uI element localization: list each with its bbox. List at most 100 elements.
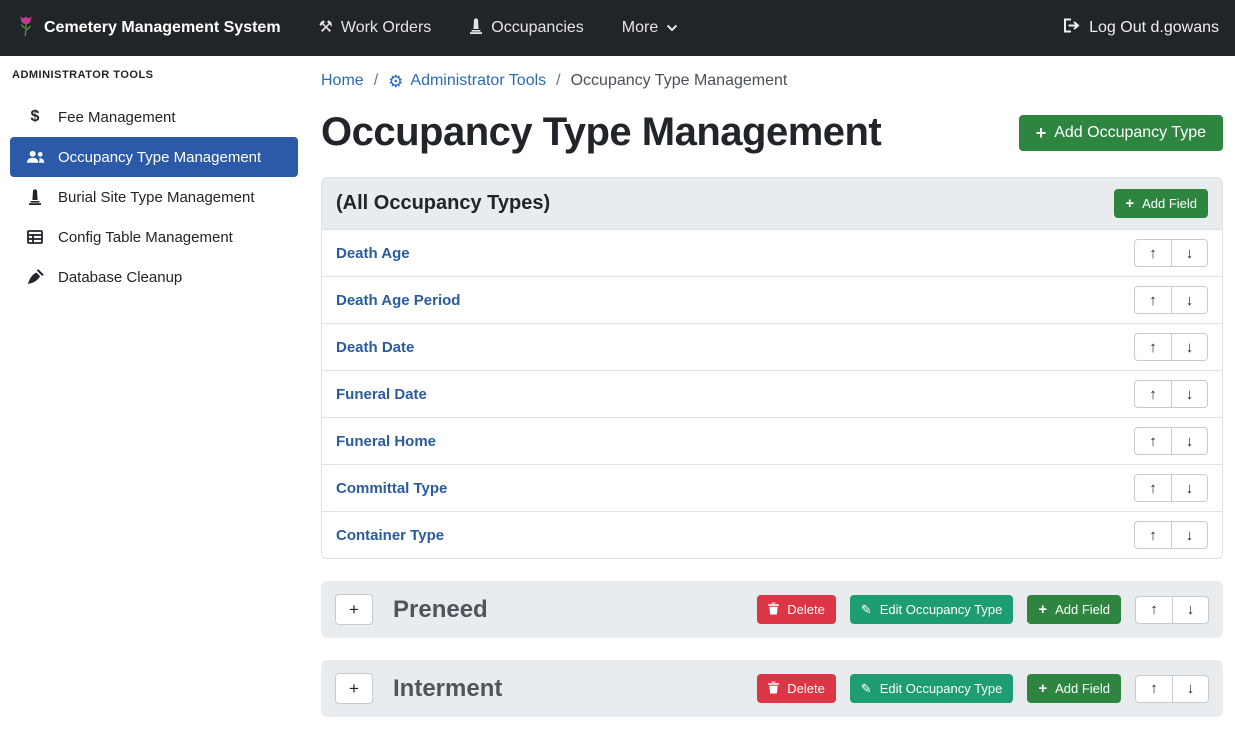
sidebar-item-label: Fee Management — [58, 109, 176, 126]
field-row: Funeral Home ↑ ↓ — [322, 418, 1222, 465]
monument-icon — [469, 18, 483, 39]
sidebar-item-config-table-management[interactable]: Config Table Management — [10, 217, 298, 257]
nav-work-orders-label: Work Orders — [341, 19, 431, 37]
logout-icon — [1063, 18, 1081, 38]
delete-button[interactable]: Delete — [757, 674, 836, 703]
up-arrow-icon: ↑ — [1150, 601, 1158, 618]
breadcrumb-current: Occupancy Type Management — [571, 72, 788, 90]
sidebar-item-occupancy-type-management[interactable]: Occupancy Type Management — [10, 137, 298, 177]
field-link[interactable]: Death Date — [336, 339, 414, 356]
users-icon — [24, 150, 46, 164]
reorder-buttons: ↑ ↓ — [1135, 675, 1209, 703]
sidebar-item-database-cleanup[interactable]: Database Cleanup — [10, 257, 298, 297]
breadcrumb-admin-tools-label: Administrator Tools — [410, 72, 546, 90]
chevron-down-icon — [666, 19, 678, 37]
logout-button[interactable]: Log Out d.gowans — [1063, 18, 1219, 38]
add-field-button[interactable]: + Add Field — [1027, 595, 1121, 624]
expand-section-button[interactable]: + — [335, 594, 373, 625]
app-brand[interactable]: Cemetery Management System — [16, 13, 281, 44]
breadcrumb-home-link[interactable]: Home — [321, 72, 364, 90]
dollar-icon: $ — [24, 108, 46, 126]
sidebar-item-burial-site-type-management[interactable]: Burial Site Type Management — [10, 177, 298, 217]
reorder-buttons: ↑ ↓ — [1134, 427, 1208, 455]
sidebar-item-fee-management[interactable]: $ Fee Management — [10, 97, 298, 137]
sidebar-item-label: Database Cleanup — [58, 269, 182, 286]
field-link[interactable]: Funeral Home — [336, 433, 436, 450]
move-down-button[interactable]: ↓ — [1171, 239, 1208, 267]
breadcrumb: Home / ⚙ Administrator Tools / Occupancy… — [321, 72, 1223, 90]
edit-occupancy-type-button[interactable]: ✎ Edit Occupancy Type — [850, 595, 1014, 624]
move-down-button[interactable]: ↓ — [1171, 333, 1208, 361]
down-arrow-icon: ↓ — [1187, 601, 1195, 618]
move-up-button[interactable]: ↑ — [1134, 239, 1171, 267]
field-link[interactable]: Committal Type — [336, 480, 447, 497]
field-row: Death Date ↑ ↓ — [322, 324, 1222, 371]
move-down-button[interactable]: ↓ — [1171, 286, 1208, 314]
edit-label: Edit Occupancy Type — [880, 602, 1003, 617]
up-arrow-icon: ↑ — [1149, 245, 1157, 262]
move-up-button[interactable]: ↑ — [1134, 286, 1171, 314]
down-arrow-icon: ↓ — [1186, 386, 1194, 403]
edit-occupancy-type-button[interactable]: ✎ Edit Occupancy Type — [850, 674, 1014, 703]
sidebar-item-label: Burial Site Type Management — [58, 189, 255, 206]
all-occupancy-types-card: (All Occupancy Types) + Add Field Death … — [321, 177, 1223, 559]
move-down-button[interactable]: ↓ — [1171, 521, 1208, 549]
section-title: Interment — [393, 675, 502, 703]
add-field-button[interactable]: + Add Field — [1027, 674, 1121, 703]
down-arrow-icon: ↓ — [1186, 339, 1194, 356]
field-link[interactable]: Death Age Period — [336, 292, 460, 309]
move-down-button[interactable]: ↓ — [1172, 675, 1209, 703]
field-row: Container Type ↑ ↓ — [322, 512, 1222, 558]
delete-button[interactable]: Delete — [757, 595, 836, 624]
move-up-button[interactable]: ↑ — [1135, 675, 1172, 703]
reorder-buttons: ↑ ↓ — [1134, 521, 1208, 549]
plus-icon: + — [1125, 196, 1134, 211]
nav-more[interactable]: More — [622, 19, 678, 37]
title-row: Occupancy Type Management + Add Occupanc… — [321, 110, 1223, 155]
move-down-button[interactable]: ↓ — [1171, 380, 1208, 408]
plus-icon: + — [1036, 124, 1047, 142]
field-row: Funeral Date ↑ ↓ — [322, 371, 1222, 418]
field-link[interactable]: Funeral Date — [336, 386, 427, 403]
move-up-button[interactable]: ↑ — [1135, 596, 1172, 624]
nav-occupancies[interactable]: Occupancies — [469, 18, 584, 39]
move-down-button[interactable]: ↓ — [1171, 427, 1208, 455]
breadcrumb-separator: / — [556, 72, 560, 90]
add-occupancy-type-button[interactable]: + Add Occupancy Type — [1019, 115, 1223, 151]
plus-icon: + — [349, 600, 359, 620]
delete-label: Delete — [787, 681, 825, 696]
all-occupancy-types-title: (All Occupancy Types) — [336, 192, 550, 215]
plus-icon: + — [1038, 602, 1047, 617]
move-up-button[interactable]: ↑ — [1134, 380, 1171, 408]
up-arrow-icon: ↑ — [1149, 292, 1157, 309]
move-down-button[interactable]: ↓ — [1172, 596, 1209, 624]
move-up-button[interactable]: ↑ — [1134, 521, 1171, 549]
move-up-button[interactable]: ↑ — [1134, 333, 1171, 361]
field-link[interactable]: Container Type — [336, 527, 444, 544]
move-up-button[interactable]: ↑ — [1134, 427, 1171, 455]
move-down-button[interactable]: ↓ — [1171, 474, 1208, 502]
down-arrow-icon: ↓ — [1186, 480, 1194, 497]
nav-work-orders[interactable]: ⚒ Work Orders — [319, 19, 432, 37]
pencil-icon: ✎ — [861, 603, 872, 616]
move-up-button[interactable]: ↑ — [1134, 474, 1171, 502]
down-arrow-icon: ↓ — [1186, 527, 1194, 544]
app-title: Cemetery Management System — [44, 19, 281, 37]
reorder-buttons: ↑ ↓ — [1134, 286, 1208, 314]
down-arrow-icon: ↓ — [1186, 245, 1194, 262]
breadcrumb-admin-tools-link[interactable]: ⚙ Administrator Tools — [388, 72, 546, 90]
field-link[interactable]: Death Age — [336, 245, 410, 262]
breadcrumb-separator: / — [374, 72, 378, 90]
trash-icon — [768, 681, 779, 696]
down-arrow-icon: ↓ — [1186, 292, 1194, 309]
monument-icon — [24, 189, 46, 205]
section-interment: + Interment Delete ✎ Edit Occupancy Type… — [321, 660, 1223, 717]
field-row: Death Age Period ↑ ↓ — [322, 277, 1222, 324]
add-field-button[interactable]: + Add Field — [1114, 189, 1208, 218]
expand-section-button[interactable]: + — [335, 673, 373, 704]
up-arrow-icon: ↑ — [1149, 480, 1157, 497]
field-row: Death Age ↑ ↓ — [322, 230, 1222, 277]
plus-icon: + — [1038, 681, 1047, 696]
edit-label: Edit Occupancy Type — [880, 681, 1003, 696]
add-occupancy-type-label: Add Occupancy Type — [1054, 124, 1206, 142]
